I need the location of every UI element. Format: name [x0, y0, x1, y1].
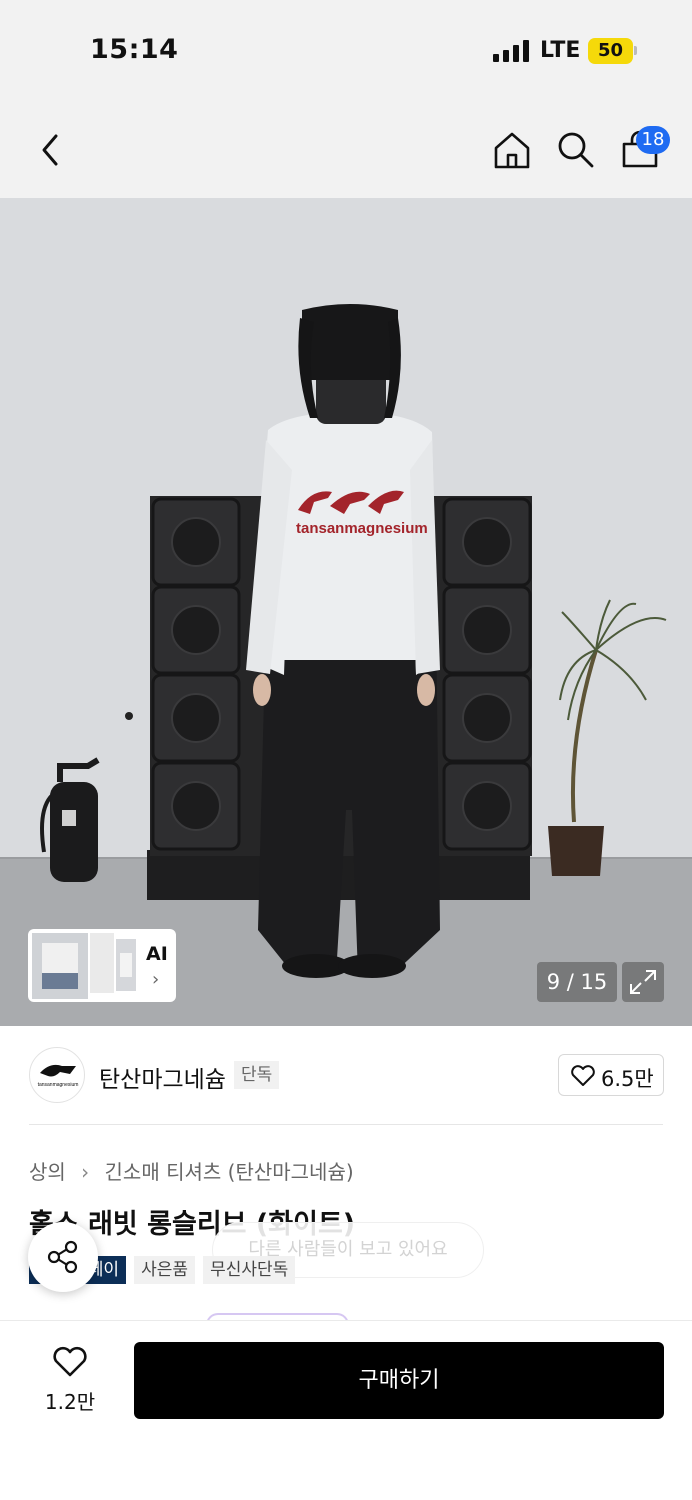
share-icon	[47, 1240, 78, 1274]
share-button[interactable]	[28, 1222, 98, 1292]
signal-icon	[493, 40, 529, 62]
tag-gift: 사은품	[134, 1256, 196, 1284]
cart-count-badge: 18	[636, 126, 670, 154]
chevron-left-icon[interactable]	[36, 132, 64, 168]
ai-thumbnail-images	[32, 933, 136, 999]
network-type: LTE	[540, 38, 581, 63]
battery-cap	[634, 46, 637, 55]
product-image[interactable]: tansanmagnesium	[0, 198, 692, 1026]
chevron-right-icon: ›	[81, 1160, 90, 1184]
product-photo: tansanmagnesium	[0, 198, 692, 1026]
ai-label: AI	[146, 943, 168, 965]
breadcrumb: 상의 › 긴소매 티셔츠 (탄산마그네슘)	[29, 1156, 354, 1185]
buy-button[interactable]: 구매하기	[134, 1342, 664, 1419]
expand-icon	[630, 970, 656, 994]
tag-exclusive: 무신사단독	[203, 1256, 296, 1284]
brand-logo[interactable]: tansanmagnesium	[29, 1047, 85, 1103]
heart-icon	[571, 1065, 595, 1086]
breadcrumb-category[interactable]: 상의	[29, 1160, 66, 1184]
divider	[29, 1124, 663, 1125]
status-time: 15:14	[90, 34, 179, 65]
image-counter: 9 / 15	[537, 962, 617, 1002]
home-icon[interactable]	[492, 130, 532, 170]
svg-text:tansanmagnesium: tansanmagnesium	[38, 1082, 79, 1088]
breadcrumb-subcategory[interactable]: 긴소매 티셔츠 (탄산마그네슘)	[105, 1160, 354, 1184]
brand-like-button[interactable]: 6.5만	[558, 1054, 664, 1096]
wishlist-button[interactable]: 1.2만	[40, 1344, 100, 1414]
wishlist-count: 1.2만	[44, 1390, 96, 1414]
chevron-right-icon: ›	[152, 969, 160, 990]
brand-name[interactable]: 탄산마그네슘	[99, 1060, 226, 1094]
exclusive-badge: 단독	[234, 1061, 280, 1089]
brand-like-count: 6.5만	[601, 1067, 654, 1091]
heart-icon	[53, 1346, 87, 1377]
expand-button[interactable]	[622, 962, 664, 1002]
search-icon[interactable]	[556, 130, 596, 170]
svg-text:tansanmagnesium: tansanmagnesium	[296, 520, 428, 537]
brand-logo-mark: tansanmagnesium	[38, 1064, 79, 1088]
battery-icon: 50	[588, 38, 633, 64]
ai-similar-button[interactable]	[28, 929, 176, 1002]
status-bar: 15:14 LTE 50	[0, 0, 692, 100]
